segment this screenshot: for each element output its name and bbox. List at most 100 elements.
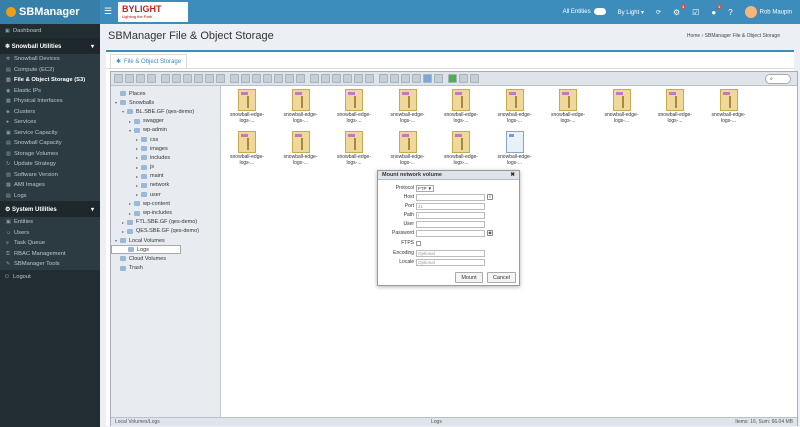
alerts-icon[interactable]: ● 1	[711, 3, 722, 17]
file-item[interactable]: snowball-edge-logs-...	[227, 89, 267, 124]
back-icon[interactable]	[114, 74, 123, 83]
refresh-icon[interactable]: ⟳	[656, 9, 661, 16]
select-all-icon[interactable]	[332, 74, 341, 83]
sidebar-item-ami-images[interactable]: ▩ AMI Images	[0, 180, 100, 191]
sidebar-item-compute-ec2[interactable]: ▤ Compute (EC2)	[0, 65, 100, 76]
host-info-icon[interactable]: ≡	[487, 194, 493, 200]
file-item[interactable]: snowball-edge-logs-...	[334, 89, 374, 124]
copy-icon[interactable]	[252, 74, 261, 83]
tree-item[interactable]: ▸ user	[111, 190, 220, 199]
tree-item[interactable]: Logs	[111, 245, 181, 255]
up-icon[interactable]	[136, 74, 145, 83]
host-field[interactable]	[416, 193, 485, 201]
sidebar-item-sbmanager-tools[interactable]: ✎ SBManager Tools	[0, 259, 100, 270]
preview-icon[interactable]	[412, 74, 421, 83]
archive-icon[interactable]	[310, 74, 319, 83]
all-entities-toggle[interactable]: All Entities	[563, 8, 606, 16]
tree-item[interactable]: ▸ css	[111, 135, 220, 144]
file-item[interactable]: snowball-edge-logs-...	[709, 89, 749, 124]
user-menu[interactable]: Rob Maupin	[744, 6, 792, 18]
locale-field[interactable]: Optional	[416, 258, 485, 266]
tree-item[interactable]: ▾ BL.SBE.GF (qes-demo)	[111, 107, 220, 116]
list-view-icon[interactable]	[379, 74, 388, 83]
tree-item[interactable]: ▾ Local Volumes	[111, 236, 220, 245]
search-input[interactable]: ⌕	[765, 74, 791, 84]
sidebar-item-file-object-storage-s3[interactable]: ▥ File & Object Storage (S3)	[0, 75, 100, 86]
sidebar-item-task-queue[interactable]: ≡ Task Queue	[0, 238, 100, 249]
file-item[interactable]: snowball-edge-logs-...	[281, 89, 321, 124]
edit-icon[interactable]	[296, 74, 305, 83]
file-item[interactable]: snowball-edge-logs-...	[281, 131, 321, 166]
invert-icon[interactable]	[354, 74, 363, 83]
settings-icon[interactable]: ⚙ 1	[673, 3, 686, 17]
password-reveal-icon[interactable]: ◉	[487, 230, 493, 236]
upload-icon[interactable]	[205, 74, 214, 83]
fullscreen-icon[interactable]	[448, 74, 457, 83]
sidebar-group-system-utilities[interactable]: ⚙ System Utilities ▾	[0, 201, 100, 217]
info-icon[interactable]	[401, 74, 410, 83]
hamburger-menu-icon[interactable]: ☰	[104, 6, 112, 17]
download-icon[interactable]	[194, 74, 203, 83]
org-dropdown[interactable]: By Light ▾	[618, 9, 644, 16]
select-none-icon[interactable]	[343, 74, 352, 83]
tree-item[interactable]: Cloud Volumes	[111, 254, 220, 263]
new-file-icon[interactable]	[230, 74, 239, 83]
mount-button[interactable]: Mount	[455, 272, 483, 283]
tree-item[interactable]: ▸ includes	[111, 153, 220, 162]
tree-item[interactable]: ▸ js	[111, 163, 220, 172]
sidebar-item-users[interactable]: ☺ Users	[0, 228, 100, 239]
tree-item[interactable]: Trash	[111, 264, 220, 273]
extract-icon[interactable]	[321, 74, 330, 83]
delete-icon[interactable]	[274, 74, 283, 83]
file-item[interactable]: snowball-edge-logs-...	[495, 131, 535, 166]
file-item[interactable]: snowball-edge-logs-...	[602, 89, 642, 124]
sidebar-item-software-version[interactable]: ▨ Software Version	[0, 170, 100, 181]
cancel-button[interactable]: Cancel	[487, 272, 516, 283]
sidebar-item-update-strategy[interactable]: ↻ Update Strategy	[0, 159, 100, 170]
sidebar-item-snowball-devices[interactable]: ❄ Snowball Devices	[0, 54, 100, 65]
tree-item[interactable]: ▾ Snowballs	[111, 98, 220, 107]
tree-item[interactable]: ▸ FTL.SBE.GF (qes-demo)	[111, 218, 220, 227]
paste-icon[interactable]	[263, 74, 272, 83]
cut-icon[interactable]	[241, 74, 250, 83]
port-field[interactable]: 21	[416, 202, 485, 210]
file-item[interactable]: snowball-edge-logs-...	[441, 131, 481, 166]
file-item[interactable]: snowball-edge-logs-...	[388, 131, 428, 166]
open-icon[interactable]	[172, 74, 181, 83]
tree-item[interactable]: ▸ network	[111, 181, 220, 190]
netmount-icon[interactable]	[423, 74, 432, 83]
file-item[interactable]: snowball-edge-logs-...	[227, 131, 267, 166]
rename-icon[interactable]	[285, 74, 294, 83]
trash-icon[interactable]	[470, 74, 479, 83]
sidebar-item-elastic-ips[interactable]: ◉ Elastic IPs	[0, 86, 100, 97]
password-field[interactable]	[416, 229, 485, 237]
tasks-icon[interactable]: ☑	[692, 8, 699, 17]
user-field[interactable]	[416, 220, 485, 228]
sidebar-item-services[interactable]: ● Services	[0, 117, 100, 128]
sidebar-group-snowball-utilities[interactable]: ❄ Snowball Utilities ▾	[0, 38, 100, 54]
grid-view-icon[interactable]	[365, 74, 374, 83]
help-icon[interactable]	[434, 74, 443, 83]
ftps-checkbox[interactable]	[416, 240, 421, 246]
sidebar-item-dashboard[interactable]: ▣ Dashboard	[0, 24, 100, 38]
new-folder-icon[interactable]	[216, 74, 225, 83]
tree-item[interactable]: Places	[111, 89, 220, 98]
tree-item[interactable]: ▸ wp-includes	[111, 208, 220, 217]
sidebar-item-logs[interactable]: ▤ Logs	[0, 191, 100, 202]
sidebar-item-service-capacity[interactable]: ▣ Service Capacity	[0, 128, 100, 139]
tree-item[interactable]: ▸ swagger	[111, 117, 220, 126]
file-item[interactable]: snowball-edge-logs-...	[495, 89, 535, 124]
tree-item[interactable]: ▸ maint	[111, 172, 220, 181]
sort-icon[interactable]	[390, 74, 399, 83]
sidebar-item-snowball-capacity[interactable]: ▤ Snowball Capacity	[0, 138, 100, 149]
file-item[interactable]: snowball-edge-logs-...	[548, 89, 588, 124]
tab-file-object-storage[interactable]: ✱ File & Object Storage	[110, 54, 188, 68]
view-icon[interactable]	[183, 74, 192, 83]
breadcrumb-home[interactable]: Home	[687, 33, 700, 39]
tree-item[interactable]: ▸ images	[111, 144, 220, 153]
file-item[interactable]: snowball-edge-logs-...	[388, 89, 428, 124]
sidebar-item-storage-volumes[interactable]: ▥ Storage Volumes	[0, 149, 100, 160]
file-item[interactable]: snowball-edge-logs-...	[441, 89, 481, 124]
settings-icon[interactable]	[459, 74, 468, 83]
home-icon[interactable]	[147, 74, 156, 83]
